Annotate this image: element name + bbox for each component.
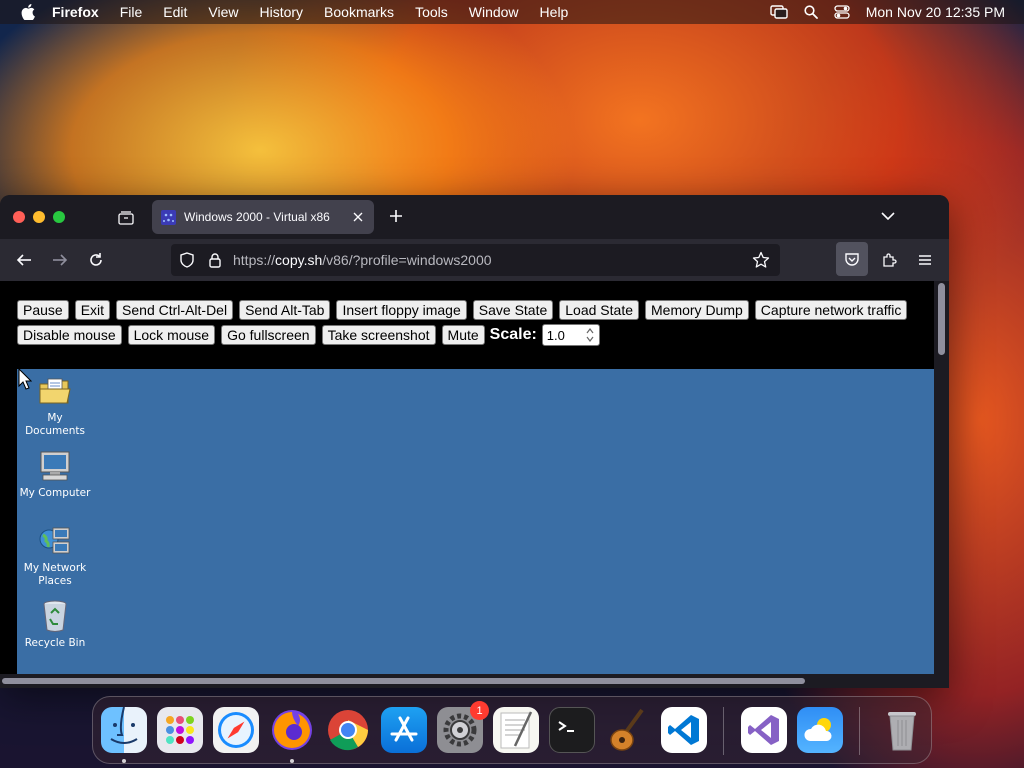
control-center-icon[interactable] <box>834 5 850 19</box>
network-places-icon <box>37 523 73 559</box>
go-fullscreen-button[interactable]: Go fullscreen <box>221 325 316 345</box>
menu-help[interactable]: Help <box>540 4 569 20</box>
url-host: copy.sh <box>275 252 323 268</box>
disable-mouse-button[interactable]: Disable mouse <box>17 325 122 345</box>
take-screenshot-button[interactable]: Take screenshot <box>321 325 436 345</box>
navigation-toolbar: https://copy.sh/v86/?profile=windows2000 <box>0 239 949 281</box>
horizontal-scroll-thumb[interactable] <box>2 678 805 684</box>
firefox-icon[interactable] <box>269 707 315 753</box>
spotlight-search-icon[interactable] <box>804 5 818 19</box>
url-text: https://copy.sh/v86/?profile=windows2000 <box>233 252 492 268</box>
dock-separator <box>859 707 860 755</box>
firefox-view-icon[interactable] <box>115 207 137 229</box>
tab-windows-2000[interactable]: Windows 2000 - Virtual x86 <box>152 200 374 234</box>
firefox-window: Windows 2000 - Virtual x86 https://copy.… <box>0 195 949 688</box>
desktop-icon-my-computer[interactable]: My Computer <box>17 448 93 500</box>
recycle-bin-icon <box>37 598 73 634</box>
emulator-controls-row-1: Pause Exit Send Ctrl-Alt-Del Send Alt-Ta… <box>17 300 913 320</box>
firefox-running-indicator <box>290 759 294 763</box>
macos-menu-bar: Firefox File Edit View History Bookmarks… <box>0 0 1024 24</box>
vm-screen-windows2000-desktop[interactable]: My Documents My Computer My Network Plac… <box>17 369 934 674</box>
dock-separator <box>723 707 724 755</box>
computer-icon <box>37 448 73 484</box>
tab-close-icon[interactable] <box>350 209 366 225</box>
menu-bar-clock[interactable]: Mon Nov 20 12:35 PM <box>866 4 1005 20</box>
bookmark-star-icon[interactable] <box>752 251 770 269</box>
desktop-icon-label: My Network Places <box>23 562 87 587</box>
vertical-scrollbar[interactable] <box>934 281 949 674</box>
address-bar[interactable]: https://copy.sh/v86/?profile=windows2000 <box>171 244 780 276</box>
list-all-tabs-chevron-icon[interactable] <box>878 206 898 226</box>
send-alt-tab-button[interactable]: Send Alt-Tab <box>239 300 331 320</box>
secure-lock-icon[interactable] <box>207 252 223 268</box>
tab-title: Windows 2000 - Virtual x86 <box>184 210 330 224</box>
lock-mouse-button[interactable]: Lock mouse <box>127 325 216 345</box>
pocket-icon[interactable] <box>836 242 868 276</box>
menu-window[interactable]: Window <box>469 4 519 20</box>
menu-history[interactable]: History <box>259 4 303 20</box>
load-state-button[interactable]: Load State <box>559 300 639 320</box>
extensions-puzzle-icon[interactable] <box>878 249 900 271</box>
capture-network-traffic-button[interactable]: Capture network traffic <box>754 300 908 320</box>
menu-view[interactable]: View <box>208 4 238 20</box>
app-store-icon[interactable] <box>381 707 427 753</box>
mouse-cursor-icon <box>18 368 32 390</box>
trash-icon[interactable] <box>879 707 925 753</box>
settings-notification-badge: 1 <box>470 701 489 720</box>
finder-icon[interactable] <box>101 707 147 753</box>
new-tab-plus-icon[interactable] <box>386 206 406 226</box>
weather-icon[interactable] <box>797 707 843 753</box>
save-state-button[interactable]: Save State <box>472 300 554 320</box>
garageband-guitar-icon[interactable] <box>605 707 651 753</box>
visual-studio-icon[interactable] <box>741 707 787 753</box>
window-minimize-button[interactable] <box>33 211 45 223</box>
pause-button[interactable]: Pause <box>17 300 69 320</box>
menu-bookmarks[interactable]: Bookmarks <box>324 4 394 20</box>
mute-button[interactable]: Mute <box>441 325 485 345</box>
memory-dump-button[interactable]: Memory Dump <box>645 300 749 320</box>
v86-favicon-icon <box>161 209 176 225</box>
back-arrow-icon[interactable] <box>13 249 35 271</box>
send-ctrl-alt-del-button[interactable]: Send Ctrl-Alt-Del <box>116 300 234 320</box>
chrome-icon[interactable] <box>325 707 371 753</box>
finder-running-indicator <box>122 759 126 763</box>
menu-edit[interactable]: Edit <box>163 4 187 20</box>
desktop-icon-recycle-bin[interactable]: Recycle Bin <box>17 598 93 650</box>
terminal-icon[interactable] <box>549 707 595 753</box>
window-zoom-button[interactable] <box>53 211 65 223</box>
tracking-protection-shield-icon[interactable] <box>179 252 195 268</box>
desktop-icon-my-network-places[interactable]: My Network Places <box>17 523 93 588</box>
menu-tools[interactable]: Tools <box>415 4 448 20</box>
safari-icon[interactable] <box>213 707 259 753</box>
scale-value: 1.0 <box>546 327 565 343</box>
folder-documents-icon <box>37 373 73 409</box>
desktop-icon-label: My Computer <box>19 487 91 499</box>
tab-bar: Windows 2000 - Virtual x86 <box>0 195 949 239</box>
reload-icon[interactable] <box>85 249 107 271</box>
menu-app-firefox[interactable]: Firefox <box>52 4 99 20</box>
insert-floppy-image-button[interactable]: Insert floppy image <box>336 300 467 320</box>
hamburger-menu-icon[interactable] <box>914 249 936 271</box>
vscode-icon[interactable] <box>661 707 707 753</box>
scale-stepper-icon[interactable] <box>585 327 595 343</box>
page-content: Pause Exit Send Ctrl-Alt-Del Send Alt-Ta… <box>0 281 934 674</box>
window-close-button[interactable] <box>13 211 25 223</box>
horizontal-scrollbar[interactable] <box>0 674 949 688</box>
scale-label: Scale: <box>489 326 537 343</box>
url-path: /v86/?profile=windows2000 <box>322 252 492 268</box>
scale-number-input[interactable]: 1.0 <box>541 324 600 346</box>
textedit-icon[interactable] <box>493 707 539 753</box>
menu-file[interactable]: File <box>120 4 143 20</box>
desktop-icon-label: My Documents <box>25 412 85 437</box>
macos-dock: 1 <box>92 696 932 764</box>
screen-mirroring-icon[interactable] <box>770 5 788 19</box>
forward-arrow-icon[interactable] <box>49 249 71 271</box>
emulator-controls-row-2: Disable mouse Lock mouse Go fullscreen T… <box>17 324 600 346</box>
launchpad-icon[interactable] <box>157 707 203 753</box>
desktop-icon-label: Recycle Bin <box>24 637 86 649</box>
url-prefix: https:// <box>233 252 276 268</box>
apple-menu-icon[interactable] <box>18 4 38 20</box>
vertical-scroll-thumb[interactable] <box>938 283 945 355</box>
exit-button[interactable]: Exit <box>74 300 111 320</box>
